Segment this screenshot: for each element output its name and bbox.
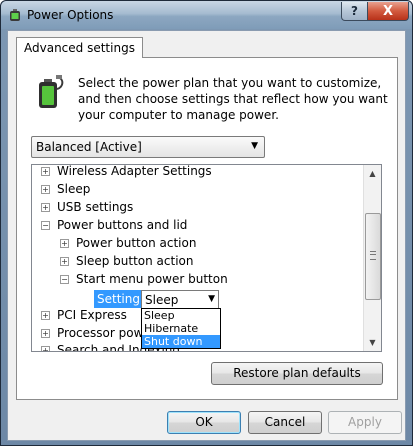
power-plan-value: Balanced [Active] <box>36 140 142 154</box>
expand-icon[interactable]: + <box>60 239 69 248</box>
collapse-icon[interactable]: − <box>41 221 50 230</box>
option-shut-down[interactable]: Shut down <box>142 335 220 348</box>
tree-item-label: Power button action <box>76 236 197 250</box>
settings-tree[interactable]: + Wireless Adapter Settings + Sleep + US… <box>31 164 382 352</box>
tree-item-label: USB settings <box>57 200 134 214</box>
tree-item-label: PCI Express <box>57 308 127 322</box>
expand-icon[interactable]: + <box>41 203 50 212</box>
expand-icon[interactable]: + <box>41 346 50 351</box>
setting-value: Sleep <box>145 293 179 307</box>
dialog-client-area: Advanced settings Select the power plan … <box>7 30 406 441</box>
vertical-scrollbar[interactable]: ▲ ▼ <box>363 165 381 351</box>
expand-icon[interactable]: + <box>41 185 50 194</box>
apply-button[interactable]: Apply <box>328 411 402 434</box>
restore-plan-defaults-button[interactable]: Restore plan defaults <box>211 362 383 385</box>
power-plan-dropdown[interactable]: Balanced [Active] ▼ <box>31 136 265 158</box>
power-options-icon <box>10 9 20 21</box>
help-button[interactable]: ? <box>341 2 368 21</box>
tree-item-label: Wireless Adapter Settings <box>57 164 212 178</box>
window-title: Power Options <box>27 8 114 22</box>
expand-icon[interactable]: + <box>41 329 50 338</box>
cancel-button[interactable]: Cancel <box>248 411 322 434</box>
scroll-up-icon[interactable]: ▲ <box>364 165 381 182</box>
advanced-settings-panel: Select the power plan that you want to c… <box>16 57 398 400</box>
tab-advanced-settings[interactable]: Advanced settings <box>16 37 143 58</box>
expand-icon[interactable]: + <box>41 167 50 176</box>
option-hibernate[interactable]: Hibernate <box>142 322 220 335</box>
tree-item-label: Power buttons and lid <box>57 218 188 232</box>
tab-label: Advanced settings <box>24 41 135 55</box>
title-bar[interactable]: Power Options ? X <box>1 1 412 29</box>
chevron-down-icon: ▼ <box>208 294 215 304</box>
setting-dropdown[interactable]: Sleep ▼ <box>141 290 219 309</box>
chevron-down-icon: ▼ <box>251 141 258 151</box>
setting-dropdown-list[interactable]: Sleep Hibernate Shut down <box>141 308 221 349</box>
expand-icon[interactable]: + <box>60 257 69 266</box>
tree-item-label: Sleep <box>57 182 91 196</box>
grip-icon <box>370 251 376 260</box>
help-icon: ? <box>351 4 358 18</box>
close-button[interactable]: X <box>367 2 409 21</box>
expand-icon[interactable]: + <box>41 311 50 320</box>
power-options-window: Power Options ? X Advanced settings Sele… <box>0 0 413 446</box>
scrollbar-thumb[interactable] <box>365 213 381 300</box>
battery-plug-icon <box>39 75 64 108</box>
tree-item-label: Sleep button action <box>76 254 194 268</box>
collapse-icon[interactable]: − <box>60 275 69 284</box>
ok-button[interactable]: OK <box>167 411 241 434</box>
option-sleep[interactable]: Sleep <box>142 309 220 322</box>
tree-item-label: Start menu power button <box>76 272 228 286</box>
instruction-text: Select the power plan that you want to c… <box>78 76 388 122</box>
close-icon: X <box>382 3 394 19</box>
scroll-down-icon[interactable]: ▼ <box>364 334 381 351</box>
